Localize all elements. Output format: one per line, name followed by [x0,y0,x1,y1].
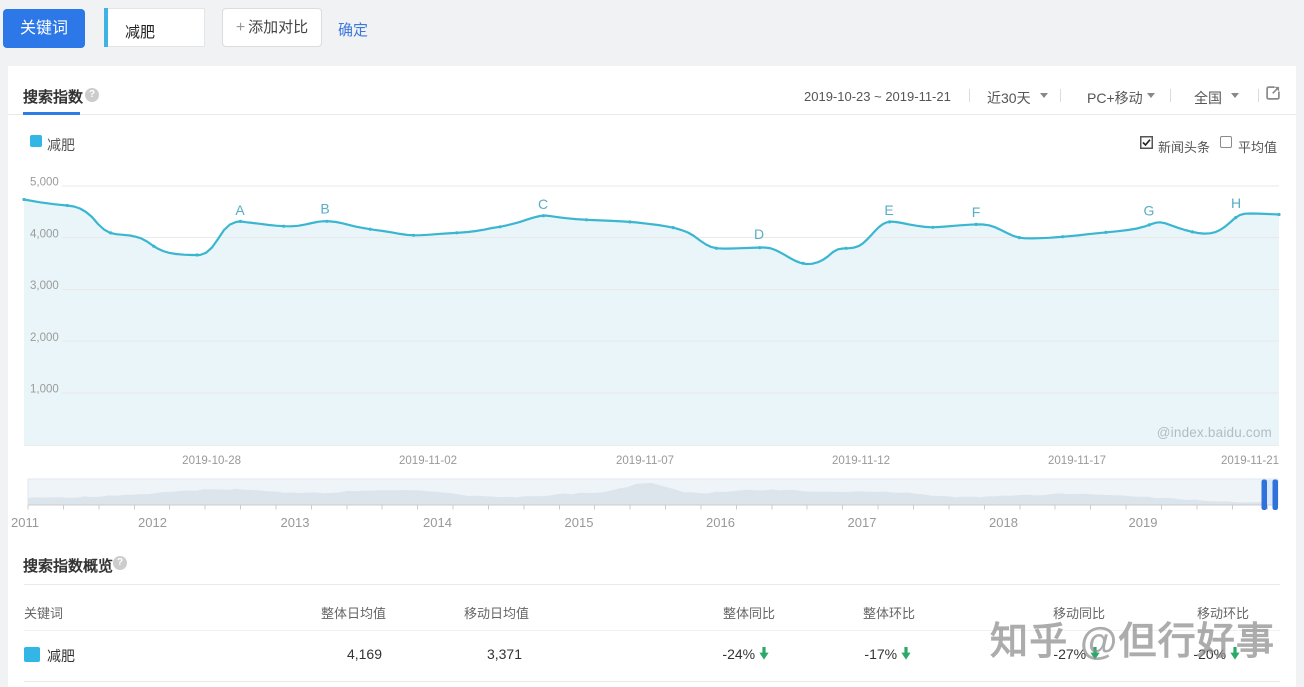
svg-text:2019-11-12: 2019-11-12 [832,455,890,467]
svg-text:2,000: 2,000 [30,332,59,344]
svg-text:2017: 2017 [848,515,877,530]
svg-text:E: E [884,202,893,218]
svg-text:4,000: 4,000 [30,228,59,240]
svg-text:2016: 2016 [706,515,735,530]
svg-text:2013: 2013 [281,515,310,530]
svg-text:2018: 2018 [989,515,1018,530]
svg-text:2019: 2019 [1129,515,1158,530]
svg-text:C: C [538,196,548,212]
svg-text:2012: 2012 [138,515,167,530]
svg-text:H: H [1231,195,1241,211]
svg-text:F: F [972,204,981,220]
svg-text:2019-11-17: 2019-11-17 [1048,455,1106,467]
svg-text:2011: 2011 [11,515,39,530]
svg-text:2019-11-21: 2019-11-21 [1221,455,1279,467]
svg-text:B: B [320,201,329,217]
svg-text:2019-10-28: 2019-10-28 [182,455,241,467]
svg-text:1,000: 1,000 [30,384,59,396]
svg-text:2019-11-02: 2019-11-02 [399,455,457,467]
svg-text:2014: 2014 [423,515,452,530]
svg-text:D: D [754,226,764,242]
svg-text:2015: 2015 [565,515,594,530]
svg-text:3,000: 3,000 [30,280,59,292]
svg-text:2019-11-07: 2019-11-07 [616,455,674,467]
svg-text:5,000: 5,000 [30,177,59,189]
svg-text:G: G [1144,203,1155,219]
svg-text:A: A [235,202,245,218]
